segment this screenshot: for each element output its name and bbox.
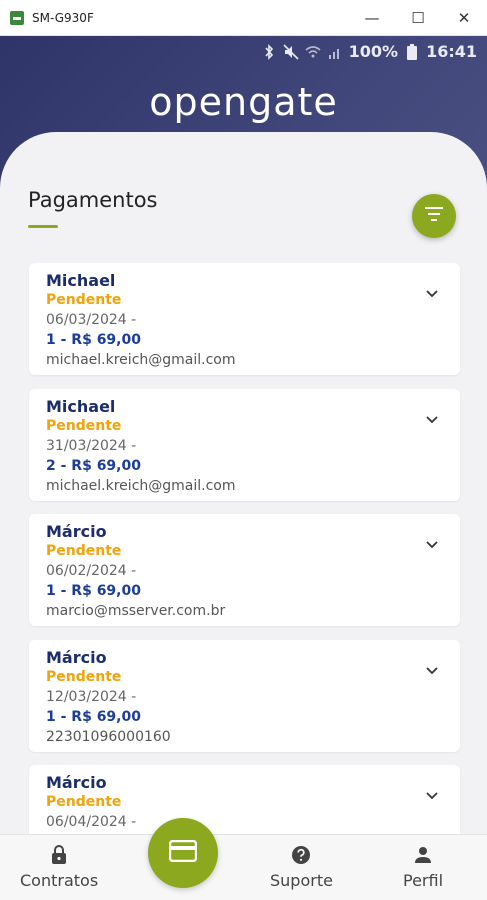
person-icon (413, 845, 433, 865)
list-item[interactable]: Márcio Pendente 06/04/2024 - (29, 765, 460, 834)
minimize-button[interactable]: — (349, 0, 395, 36)
status-bar: 100% 16:41 (261, 42, 477, 61)
battery-icon (404, 43, 420, 60)
payment-date: 06/04/2024 - (46, 814, 137, 830)
credit-card-icon (168, 839, 198, 867)
signal-icon (327, 44, 343, 60)
payments-fab-button[interactable] (148, 818, 218, 888)
close-button[interactable]: ✕ (441, 0, 487, 36)
chevron-down-icon[interactable] (424, 536, 440, 552)
payment-amount: 1 - R$ 69,00 (46, 583, 141, 599)
payment-amount: 1 - R$ 69,00 (46, 332, 141, 348)
payments-list: Michael Pendente 06/03/2024 - 1 - R$ 69,… (29, 263, 460, 834)
nav-item-contratos[interactable]: Contratos (20, 845, 98, 890)
filter-icon (425, 206, 443, 226)
nav-item-suporte[interactable]: Suporte (270, 845, 333, 890)
payer-name: Michael (46, 271, 116, 290)
title-underline (28, 225, 58, 228)
list-item[interactable]: Michael Pendente 31/03/2024 - 2 - R$ 69,… (29, 388, 460, 501)
nav-item-perfil[interactable]: Perfil (403, 845, 443, 890)
nav-label-perfil: Perfil (403, 871, 444, 890)
chevron-down-icon[interactable] (424, 411, 440, 427)
app-logo: opengate (149, 80, 338, 124)
list-item[interactable]: Márcio Pendente 12/03/2024 - 1 - R$ 69,0… (29, 639, 460, 752)
filter-button[interactable] (412, 194, 456, 238)
nav-label-contratos: Contratos (20, 871, 99, 890)
bluetooth-icon (261, 43, 277, 60)
payment-detail: marcio@msserver.com.br (46, 603, 226, 619)
mute-icon (283, 43, 299, 60)
payer-name: Márcio (46, 647, 107, 667)
payer-name: Márcio (46, 773, 107, 792)
bottom-navigation: Contratos Suporte Perfil (0, 834, 487, 900)
list-item[interactable]: Michael Pendente 06/03/2024 - 1 - R$ 69,… (29, 263, 460, 375)
payment-detail: michael.kreich@gmail.com (46, 477, 236, 494)
payment-date: 06/02/2024 - (46, 563, 137, 579)
window-titlebar: SM-G930F — ☐ ✕ (0, 0, 487, 36)
nav-label-suporte: Suporte (270, 871, 333, 890)
payer-name: Márcio (46, 522, 107, 541)
status-badge: Pendente (46, 794, 122, 810)
payment-amount: 1 - R$ 69,00 (46, 708, 141, 725)
status-badge: Pendente (46, 417, 122, 434)
chevron-down-icon[interactable] (424, 285, 440, 301)
status-badge: Pendente (46, 543, 122, 559)
maximize-button[interactable]: ☐ (395, 0, 441, 36)
window-title: SM-G930F (32, 10, 94, 25)
status-badge: Pendente (46, 292, 122, 308)
payment-detail: 22301096000160 (46, 728, 171, 745)
app-icon (10, 10, 24, 25)
payment-date: 12/03/2024 - (46, 688, 137, 705)
payment-amount: 2 - R$ 69,00 (46, 457, 141, 474)
window-controls: — ☐ ✕ (349, 0, 487, 35)
main-content: Pagamentos Michael Pendente 06/03/2024 -… (0, 132, 487, 834)
help-icon (291, 845, 311, 865)
wifi-icon (305, 44, 321, 60)
chevron-down-icon[interactable] (424, 787, 440, 803)
payment-detail: michael.kreich@gmail.com (46, 352, 236, 368)
battery-percent: 100% (348, 42, 399, 61)
page-title: Pagamentos (28, 188, 158, 212)
status-badge: Pendente (46, 668, 122, 685)
lock-icon (49, 845, 69, 865)
chevron-down-icon[interactable] (424, 662, 440, 678)
payment-date: 06/03/2024 - (46, 312, 137, 328)
payer-name: Michael (46, 396, 116, 416)
clock: 16:41 (426, 42, 477, 61)
payment-date: 31/03/2024 - (46, 437, 137, 454)
list-item[interactable]: Márcio Pendente 06/02/2024 - 1 - R$ 69,0… (29, 514, 460, 626)
